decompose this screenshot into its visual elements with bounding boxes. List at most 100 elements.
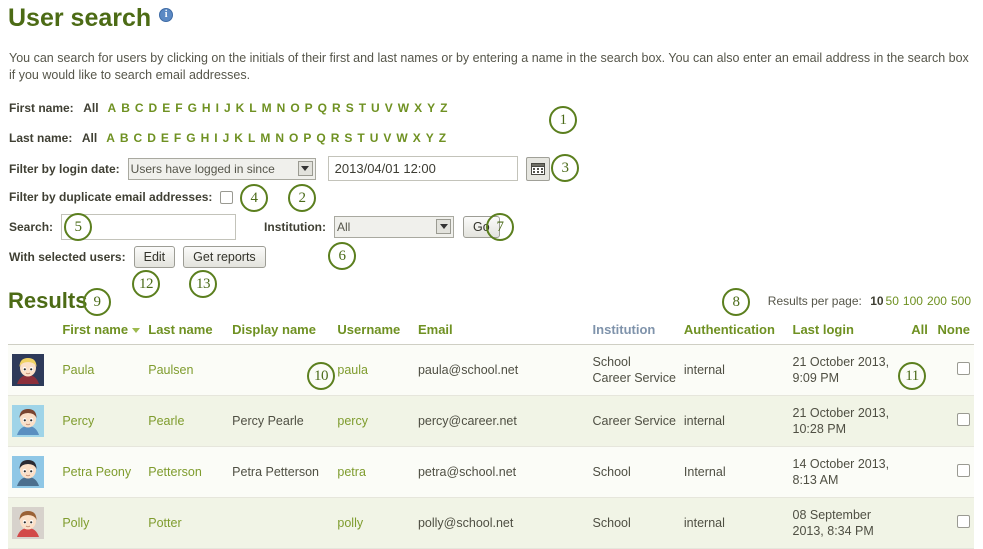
cell-first-name-link[interactable]: Percy bbox=[62, 414, 94, 428]
cell-last-name[interactable]: Petterson bbox=[144, 446, 229, 498]
login-date-input[interactable] bbox=[327, 156, 518, 181]
avatar[interactable] bbox=[8, 446, 59, 498]
last-name-letter-w[interactable]: W bbox=[394, 131, 410, 145]
calendar-picker-button[interactable] bbox=[525, 156, 550, 181]
last-name-letter-v[interactable]: V bbox=[381, 131, 394, 145]
login-date-select[interactable]: Users have logged in since bbox=[127, 157, 316, 180]
first-name-letter-e[interactable]: E bbox=[160, 101, 173, 115]
col-authentication[interactable]: Authentication bbox=[679, 320, 789, 345]
col-username[interactable]: Username bbox=[333, 320, 414, 345]
cell-username-link[interactable]: petra bbox=[337, 465, 366, 479]
last-name-letter-u[interactable]: U bbox=[367, 131, 381, 145]
row-select-checkbox[interactable] bbox=[957, 362, 970, 375]
last-name-letter-o[interactable]: O bbox=[286, 131, 300, 145]
last-name-letter-b[interactable]: B bbox=[117, 131, 131, 145]
first-name-letter-d[interactable]: D bbox=[146, 101, 160, 115]
last-name-letter-l[interactable]: L bbox=[245, 131, 257, 145]
last-name-letter-r[interactable]: R bbox=[328, 131, 342, 145]
results-per-page-200[interactable]: 200 bbox=[925, 294, 949, 308]
first-name-letter-l[interactable]: L bbox=[247, 101, 259, 115]
results-per-page-500[interactable]: 500 bbox=[949, 294, 973, 308]
first-name-letter-u[interactable]: U bbox=[369, 101, 383, 115]
col-email[interactable]: Email bbox=[413, 320, 589, 345]
col-first-name[interactable]: First name bbox=[58, 320, 145, 345]
cell-username-link[interactable]: polly bbox=[337, 516, 363, 530]
cell-last-name-link[interactable]: Pearle bbox=[148, 414, 184, 428]
last-name-letter-n[interactable]: N bbox=[273, 131, 287, 145]
col-display-name[interactable]: Display name bbox=[228, 320, 334, 345]
cell-first-name[interactable]: Polly bbox=[58, 497, 145, 549]
last-name-letter-f[interactable]: F bbox=[171, 131, 183, 145]
cell-username[interactable]: polly bbox=[333, 497, 414, 549]
row-select-checkbox[interactable] bbox=[957, 515, 970, 528]
first-name-all-link[interactable]: All bbox=[81, 101, 101, 115]
first-name-letter-o[interactable]: O bbox=[288, 101, 302, 115]
last-name-letter-a[interactable]: A bbox=[104, 131, 118, 145]
duplicate-email-checkbox[interactable] bbox=[220, 190, 234, 204]
cell-first-name[interactable]: Percy bbox=[58, 395, 145, 447]
first-name-letter-q[interactable]: Q bbox=[315, 101, 329, 115]
first-name-letter-b[interactable]: B bbox=[119, 101, 133, 115]
last-name-letter-d[interactable]: D bbox=[145, 131, 159, 145]
first-name-letter-p[interactable]: P bbox=[302, 101, 315, 115]
last-name-letter-i[interactable]: I bbox=[212, 131, 220, 145]
cell-first-name-link[interactable]: Polly bbox=[62, 516, 89, 530]
cell-last-name-link[interactable]: Potter bbox=[148, 516, 181, 530]
first-name-letter-z[interactable]: Z bbox=[438, 101, 450, 115]
cell-first-name-link[interactable]: Petra Peony bbox=[62, 465, 131, 479]
cell-username[interactable]: petra bbox=[333, 446, 414, 498]
avatar[interactable] bbox=[8, 497, 59, 549]
cell-first-name[interactable]: Paula bbox=[58, 344, 145, 396]
last-name-letter-k[interactable]: K bbox=[232, 131, 246, 145]
last-name-letter-p[interactable]: P bbox=[301, 131, 314, 145]
cell-username-link[interactable]: paula bbox=[337, 363, 368, 377]
last-name-letter-j[interactable]: J bbox=[220, 131, 232, 145]
info-icon[interactable]: i bbox=[159, 8, 174, 22]
last-name-all-link[interactable]: All bbox=[79, 131, 99, 145]
last-name-letter-c[interactable]: C bbox=[131, 131, 145, 145]
last-name-letter-g[interactable]: G bbox=[184, 131, 198, 145]
row-select-checkbox[interactable] bbox=[957, 413, 970, 426]
row-select-checkbox[interactable] bbox=[957, 464, 970, 477]
first-name-letter-x[interactable]: X bbox=[412, 101, 425, 115]
get-reports-button[interactable]: Get reports bbox=[183, 246, 266, 268]
last-name-letter-h[interactable]: H bbox=[198, 131, 212, 145]
col-last-name[interactable]: Last name bbox=[144, 320, 229, 345]
cell-last-name-link[interactable]: Petterson bbox=[148, 465, 202, 479]
cell-username[interactable]: percy bbox=[333, 395, 414, 447]
last-name-letter-e[interactable]: E bbox=[158, 131, 171, 145]
cell-username-link[interactable]: percy bbox=[337, 414, 368, 428]
first-name-letter-t[interactable]: T bbox=[356, 101, 368, 115]
results-per-page-100[interactable]: 100 bbox=[901, 294, 925, 308]
first-name-letter-y[interactable]: Y bbox=[425, 101, 438, 115]
select-none-link[interactable]: None bbox=[932, 322, 971, 337]
last-name-letter-t[interactable]: T bbox=[355, 131, 367, 145]
first-name-letter-v[interactable]: V bbox=[382, 101, 395, 115]
first-name-letter-j[interactable]: J bbox=[221, 101, 233, 115]
first-name-letter-g[interactable]: G bbox=[185, 101, 199, 115]
edit-button[interactable]: Edit bbox=[133, 246, 176, 268]
first-name-letter-m[interactable]: M bbox=[259, 101, 274, 115]
results-per-page-50[interactable]: 50 bbox=[884, 294, 901, 308]
avatar[interactable] bbox=[8, 395, 59, 447]
last-name-letter-s[interactable]: S bbox=[342, 131, 355, 145]
first-name-letter-k[interactable]: K bbox=[233, 101, 247, 115]
cell-last-name[interactable]: Paulsen bbox=[144, 344, 229, 396]
avatar[interactable] bbox=[8, 344, 59, 396]
last-name-letter-x[interactable]: X bbox=[410, 131, 423, 145]
select-all-link[interactable]: All bbox=[905, 322, 928, 337]
last-name-letter-y[interactable]: Y bbox=[423, 131, 436, 145]
cell-last-name[interactable]: Potter bbox=[144, 497, 229, 549]
col-institution[interactable]: Institution bbox=[588, 320, 680, 345]
results-per-page-current[interactable]: 10 bbox=[870, 294, 883, 308]
cell-first-name-link[interactable]: Paula bbox=[62, 363, 94, 377]
cell-last-name-link[interactable]: Paulsen bbox=[148, 363, 193, 377]
first-name-letter-r[interactable]: R bbox=[330, 101, 344, 115]
cell-username[interactable]: paula bbox=[333, 344, 414, 396]
first-name-letter-s[interactable]: S bbox=[343, 101, 356, 115]
last-name-letter-z[interactable]: Z bbox=[436, 131, 448, 145]
first-name-letter-f[interactable]: F bbox=[173, 101, 185, 115]
cell-first-name[interactable]: Petra Peony bbox=[58, 446, 145, 498]
col-last-login[interactable]: Last login bbox=[788, 320, 902, 345]
last-name-letter-m[interactable]: M bbox=[258, 131, 273, 145]
